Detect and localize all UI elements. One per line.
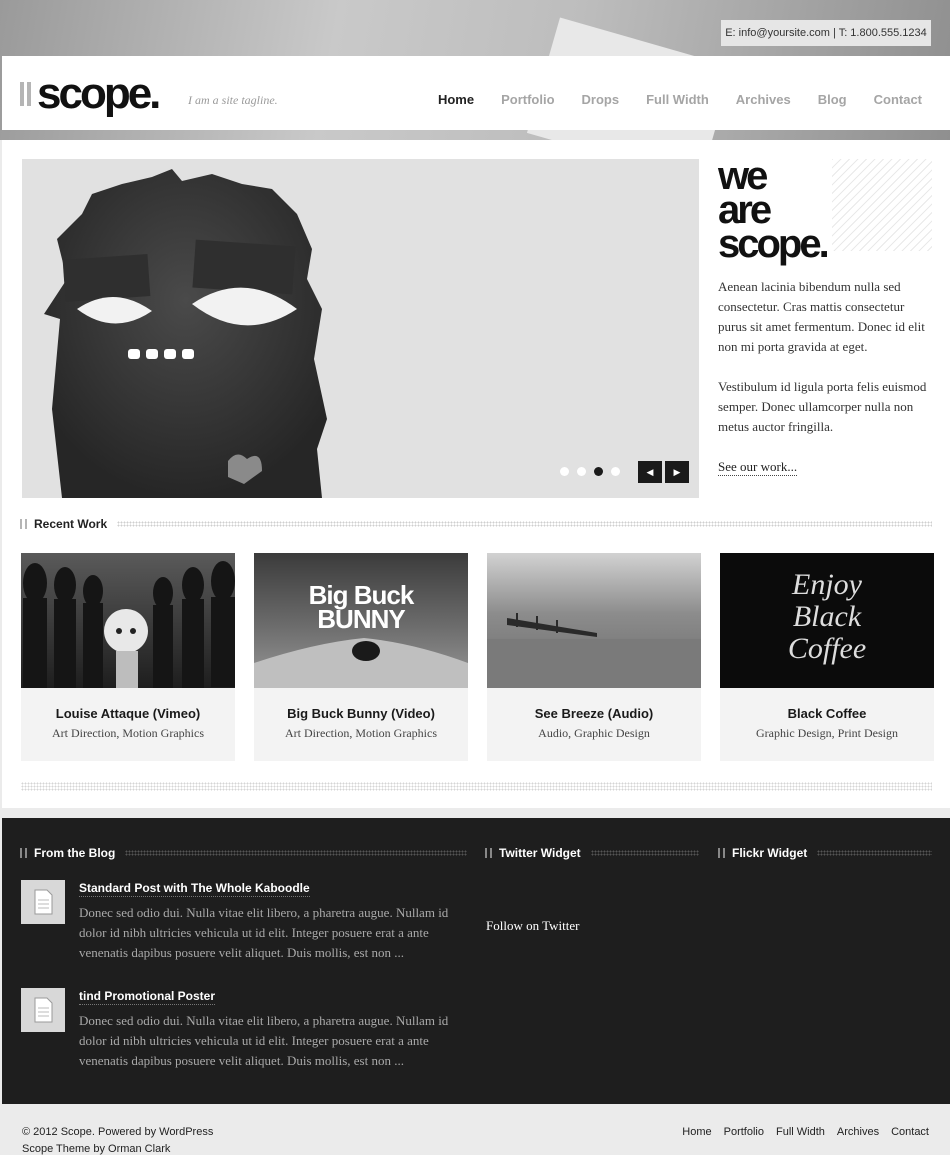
site-logo[interactable]: scope.: [37, 70, 161, 118]
post-title-link[interactable]: tind Promotional Poster: [79, 988, 216, 1005]
section-bars-icon: [718, 848, 725, 858]
thumbnail-caption-line: Enjoy: [792, 568, 862, 601]
flickr-widget-heading: Flickr Widget: [718, 846, 932, 860]
site-header: scope. I am a site tagline. Home Portfol…: [2, 56, 950, 130]
dotted-divider: [817, 850, 932, 856]
main-nav: Home Portfolio Drops Full Width Archives…: [438, 92, 922, 107]
work-thumbnail[interactable]: Enjoy Black Coffee: [720, 553, 934, 688]
slider-dot[interactable]: [577, 467, 586, 476]
document-icon[interactable]: [21, 880, 65, 924]
section-title: From the Blog: [34, 846, 116, 860]
twitter-widget-heading: Twitter Widget: [485, 846, 699, 860]
slider-dot-active[interactable]: [594, 467, 603, 476]
footer-nav-home[interactable]: Home: [682, 1126, 711, 1138]
logo-bar-icon: [20, 82, 24, 106]
main-content: ◀ ▶ we are scope. Aenean lacinia bibendu…: [2, 140, 950, 808]
pier-illustration: [487, 613, 701, 688]
work-title[interactable]: Louise Attaque (Vimeo): [21, 706, 235, 721]
nav-portfolio[interactable]: Portfolio: [501, 92, 554, 107]
slider-next-button[interactable]: ▶: [665, 461, 689, 483]
work-categories: Art Direction, Motion Graphics: [52, 726, 204, 740]
site-footer: © 2012 Scope. Powered by WordPress Scope…: [0, 1104, 950, 1155]
document-icon[interactable]: [21, 988, 65, 1032]
work-thumbnail[interactable]: Big Buck BUNNY: [254, 553, 468, 688]
section-bars-icon: [20, 848, 27, 858]
work-thumbnail[interactable]: [21, 553, 235, 688]
footer-nav-full-width[interactable]: Full Width: [776, 1126, 825, 1138]
section-title: Recent Work: [34, 517, 108, 531]
theme-credit: Scope Theme by Orman Clark: [22, 1143, 171, 1155]
recent-work-grid: Louise Attaque (Vimeo) Art Direction, Mo…: [21, 553, 934, 761]
site-tagline: I am a site tagline.: [188, 93, 278, 107]
slider-dot[interactable]: [611, 467, 620, 476]
post-excerpt: Donec sed odio dui. Nulla vitae elit lib…: [79, 905, 449, 960]
footer-nav-archives[interactable]: Archives: [837, 1126, 879, 1138]
work-title[interactable]: Big Buck Bunny (Video): [254, 706, 468, 721]
section-title: Twitter Widget: [499, 846, 581, 860]
dotted-divider: [21, 782, 932, 791]
footer-nav: Home Portfolio Full Width Archives Conta…: [682, 1126, 929, 1138]
work-card[interactable]: See Breeze (Audio) Audio, Graphic Design: [487, 553, 701, 761]
intro-panel: we are scope. Aenean lacinia bibendum nu…: [718, 156, 932, 476]
section-bars-icon: [485, 848, 492, 858]
nav-full-width[interactable]: Full Width: [646, 92, 709, 107]
dotted-divider: [590, 850, 699, 856]
see-our-work-link[interactable]: See our work...: [718, 459, 798, 476]
thumbnail-caption: Enjoy Black Coffee: [720, 569, 934, 665]
recent-work-heading: Recent Work: [20, 517, 932, 531]
contact-info: E: info@yoursite.com | T: 1.800.555.1234: [721, 20, 931, 46]
landscape-illustration: [254, 638, 468, 688]
blog-widget-heading: From the Blog: [20, 846, 467, 860]
copyright-text: © 2012 Scope. Powered by WordPress: [22, 1126, 214, 1138]
nav-drops[interactable]: Drops: [582, 92, 620, 107]
crowd-illustration: [23, 561, 235, 688]
intro-paragraph: Vestibulum id ligula porta felis euismod…: [718, 379, 927, 434]
work-card[interactable]: Big Buck BUNNY Big Buck Bunny (Video) Ar…: [254, 553, 468, 761]
thumbnail-caption-line: Coffee: [787, 632, 867, 665]
slider-pagination: [560, 467, 620, 476]
post-title-link[interactable]: Standard Post with The Whole Kaboodle: [79, 880, 310, 897]
work-categories: Art Direction, Motion Graphics: [285, 726, 437, 740]
post-excerpt: Donec sed odio dui. Nulla vitae elit lib…: [79, 1013, 449, 1068]
thumbnail-caption-line: Black: [792, 600, 862, 633]
nav-archives[interactable]: Archives: [736, 92, 791, 107]
intro-paragraph: Aenean lacinia bibendum nulla sed consec…: [718, 279, 925, 354]
slider-prev-button[interactable]: ◀: [638, 461, 662, 483]
monster-illustration: [44, 169, 327, 498]
dotted-divider: [117, 521, 932, 527]
nav-contact[interactable]: Contact: [874, 92, 922, 107]
work-card[interactable]: Enjoy Black Coffee Black Coffee Graphic …: [720, 553, 934, 761]
chevron-right-icon: ▶: [673, 467, 681, 477]
work-thumbnail[interactable]: [487, 553, 701, 688]
footer-widgets: From the Blog Twitter Widget Flickr Widg…: [2, 818, 950, 1104]
dotted-divider: [125, 850, 467, 856]
intro-heading-line: scope.: [718, 222, 830, 266]
work-card[interactable]: Louise Attaque (Vimeo) Art Direction, Mo…: [21, 553, 235, 761]
footer-nav-portfolio[interactable]: Portfolio: [724, 1126, 764, 1138]
intro-heading: we are scope.: [718, 156, 932, 266]
footer-nav-contact[interactable]: Contact: [891, 1126, 929, 1138]
nav-blog[interactable]: Blog: [818, 92, 847, 107]
logo-bar-icon: [27, 82, 31, 106]
slider-dot[interactable]: [560, 467, 569, 476]
chevron-left-icon: ◀: [646, 467, 654, 477]
work-categories: Graphic Design, Print Design: [756, 726, 898, 740]
work-categories: Audio, Graphic Design: [538, 726, 650, 740]
work-title[interactable]: See Breeze (Audio): [487, 706, 701, 721]
nav-home[interactable]: Home: [438, 92, 474, 107]
featured-slider[interactable]: ◀ ▶: [22, 159, 699, 498]
section-title: Flickr Widget: [732, 846, 808, 860]
work-title[interactable]: Black Coffee: [720, 706, 934, 721]
section-bars-icon: [20, 519, 27, 529]
follow-twitter-link[interactable]: Follow on Twitter: [486, 918, 579, 934]
